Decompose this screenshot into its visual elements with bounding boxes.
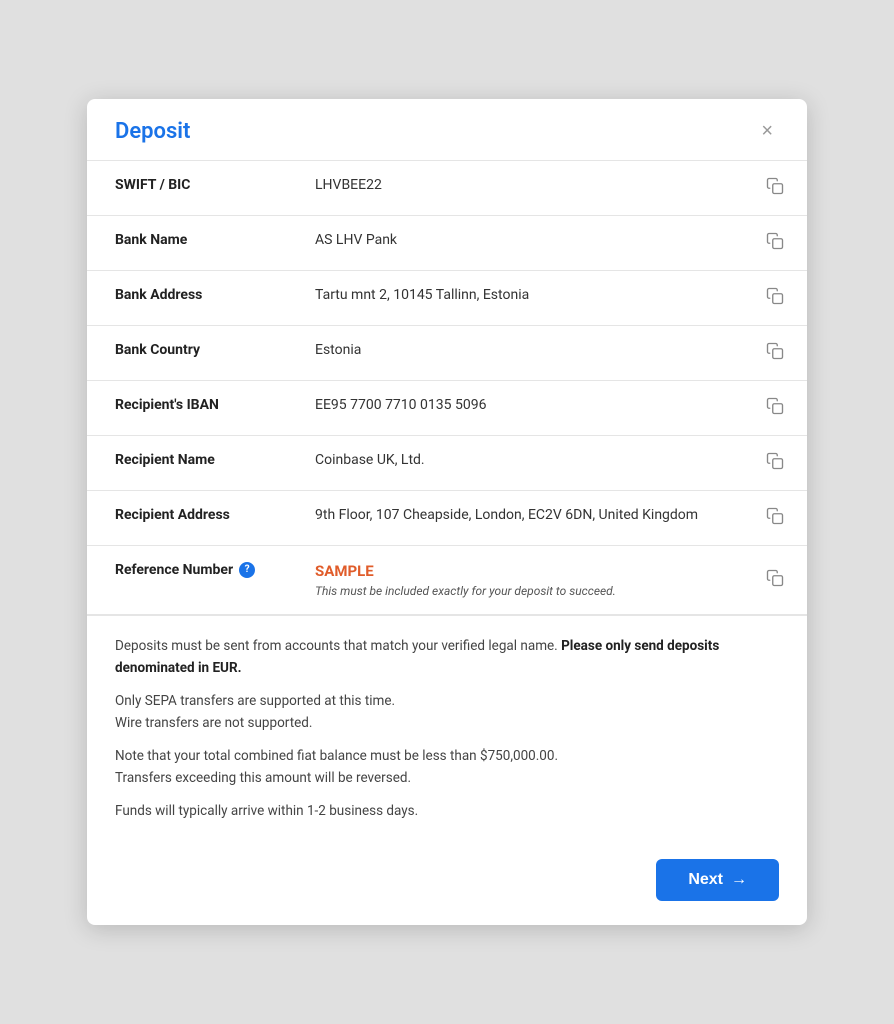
deposit-info-table: SWIFT / BIC LHVBEE22 Bank Name AS LHV Pa… xyxy=(87,161,807,546)
copy-bank-name xyxy=(763,215,807,270)
value-swift-bic: LHVBEE22 xyxy=(287,161,763,216)
copy-swift-bic xyxy=(763,161,807,216)
disclaimer-line1: Deposits must be sent from accounts that… xyxy=(115,636,779,679)
row-recipient-name: Recipient Name Coinbase UK, Ltd. xyxy=(87,435,807,490)
value-bank-country: Estonia xyxy=(287,325,763,380)
next-arrow: → xyxy=(731,871,747,889)
row-swift-bic: SWIFT / BIC LHVBEE22 xyxy=(87,161,807,216)
close-button[interactable]: × xyxy=(755,119,779,143)
copy-icon-bank-name[interactable] xyxy=(766,232,784,250)
copy-icon-recipient-address[interactable] xyxy=(766,507,784,525)
copy-icon-recipient-iban[interactable] xyxy=(766,397,784,415)
label-swift-bic: SWIFT / BIC xyxy=(87,161,287,216)
modal-title: Deposit xyxy=(115,119,190,144)
modal-actions: Next → xyxy=(87,843,807,925)
next-button[interactable]: Next → xyxy=(656,859,779,901)
disclaimer-line3: Note that your total combined fiat balan… xyxy=(115,746,779,789)
disclaimer-line4: Funds will typically arrive within 1-2 b… xyxy=(115,801,779,823)
row-bank-address: Bank Address Tartu mnt 2, 10145 Tallinn,… xyxy=(87,270,807,325)
copy-recipient-address xyxy=(763,490,807,545)
value-bank-name: AS LHV Pank xyxy=(287,215,763,270)
value-recipient-iban: EE95 7700 7710 0135 5096 xyxy=(287,380,763,435)
label-recipient-name: Recipient Name xyxy=(87,435,287,490)
label-bank-address: Bank Address xyxy=(87,270,287,325)
value-recipient-name: Coinbase UK, Ltd. xyxy=(287,435,763,490)
copy-recipient-name xyxy=(763,435,807,490)
copy-bank-country xyxy=(763,325,807,380)
row-recipient-iban: Recipient's IBAN EE95 7700 7710 0135 509… xyxy=(87,380,807,435)
value-recipient-address: 9th Floor, 107 Cheapside, London, EC2V 6… xyxy=(287,490,763,545)
reference-copy-cell xyxy=(763,546,807,615)
row-bank-name: Bank Name AS LHV Pank xyxy=(87,215,807,270)
reference-copy-icon[interactable] xyxy=(766,569,784,587)
reference-help-icon[interactable]: ? xyxy=(239,562,255,578)
deposit-modal: Deposit × SWIFT / BIC LHVBEE22 Bank Name… xyxy=(87,99,807,925)
label-bank-country: Bank Country xyxy=(87,325,287,380)
label-bank-name: Bank Name xyxy=(87,215,287,270)
label-recipient-iban: Recipient's IBAN xyxy=(87,380,287,435)
value-bank-address: Tartu mnt 2, 10145 Tallinn, Estonia xyxy=(287,270,763,325)
copy-bank-address xyxy=(763,270,807,325)
copy-recipient-iban xyxy=(763,380,807,435)
row-bank-country: Bank Country Estonia xyxy=(87,325,807,380)
copy-icon-recipient-name[interactable] xyxy=(766,452,784,470)
copy-icon-swift-bic[interactable] xyxy=(766,177,784,195)
copy-icon-bank-address[interactable] xyxy=(766,287,784,305)
reference-label: Reference Number xyxy=(115,562,233,578)
reference-value: SAMPLE xyxy=(315,562,747,580)
disclaimer-line2: Only SEPA transfers are supported at thi… xyxy=(115,691,779,734)
disclaimer-line1-normal: Deposits must be sent from accounts that… xyxy=(115,638,558,654)
label-recipient-address: Recipient Address xyxy=(87,490,287,545)
reference-value-cell: SAMPLE This must be included exactly for… xyxy=(287,546,763,615)
disclaimer-section: Deposits must be sent from accounts that… xyxy=(87,615,807,843)
reference-note: This must be included exactly for your d… xyxy=(315,584,747,598)
row-recipient-address: Recipient Address 9th Floor, 107 Cheapsi… xyxy=(87,490,807,545)
next-label: Next xyxy=(688,871,723,889)
copy-icon-bank-country[interactable] xyxy=(766,342,784,360)
modal-header: Deposit × xyxy=(87,99,807,161)
reference-table: Reference Number ? SAMPLE This must be i… xyxy=(87,546,807,615)
reference-row: Reference Number ? SAMPLE This must be i… xyxy=(87,546,807,615)
modal-body: SWIFT / BIC LHVBEE22 Bank Name AS LHV Pa… xyxy=(87,161,807,843)
reference-label-cell: Reference Number ? xyxy=(87,546,287,615)
